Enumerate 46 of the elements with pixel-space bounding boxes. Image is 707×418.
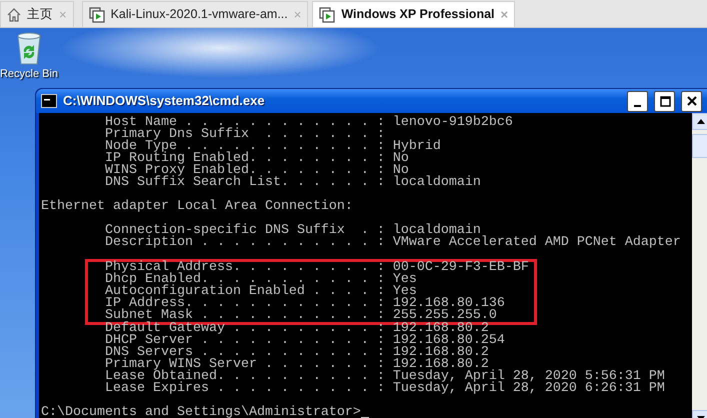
console-value: localdomain xyxy=(392,225,481,237)
maximize-button[interactable] xyxy=(654,90,675,112)
minimize-icon xyxy=(634,105,641,107)
browser-tab[interactable]: Kali-Linux-2020.1-vmware-am... × xyxy=(82,1,308,27)
console-label: Description . . . . . . . . . . . : xyxy=(104,237,385,249)
scroll-up-button[interactable] xyxy=(692,113,707,130)
window-title: C:\WINDOWS\system32\cmd.exe xyxy=(63,92,266,110)
console-label: DHCP Server . . . . . . . . . . . : xyxy=(104,335,385,347)
console-value: No xyxy=(392,153,409,165)
console-value: 255.255.255.0 xyxy=(392,310,497,322)
home-icon xyxy=(7,8,21,22)
minimize-button[interactable] xyxy=(627,90,648,112)
console-value: localdomain xyxy=(392,177,481,189)
console-value: VMware Accelerated AMD PCNet Adapter xyxy=(392,237,681,249)
console-value: 192.168.80.254 xyxy=(392,335,505,347)
console-label: Connection-specific DNS Suffix . : xyxy=(104,225,385,237)
console-label: Subnet Mask . . . . . . . . . . . : xyxy=(104,310,385,322)
console-value: Hybrid xyxy=(392,141,441,153)
vm-icon xyxy=(88,6,105,22)
console-value: lenovo-919b2bc6 xyxy=(392,117,513,129)
console-value: Yes xyxy=(392,274,417,286)
up-arrow-icon xyxy=(697,119,705,124)
close-icon xyxy=(686,95,698,107)
console-label: Primary Dns Suffix . . . . . . . : xyxy=(104,129,385,141)
browser-tab[interactable]: Windows XP Professional × xyxy=(312,1,516,27)
maximize-icon xyxy=(658,95,670,107)
console-label: Lease Expires . . . . . . . . . . : xyxy=(104,383,385,395)
icon-label: Recycle Bin xyxy=(0,67,58,82)
console-value: 00-0C-29-F3-EB-BF xyxy=(392,262,529,274)
console-label: Default Gateway . . . . . . . . . : xyxy=(104,323,385,335)
console-value: 192.168.80.2 xyxy=(392,347,489,359)
console-value: Tuesday, April 28, 2020 6:26:31 PM xyxy=(392,383,665,395)
console-value: Yes xyxy=(392,286,417,298)
command-prompt: C:\Documents and Settings\Administrator> xyxy=(41,407,361,418)
console-label: Autoconfiguration Enabled . . . . : xyxy=(104,286,385,298)
browser-tab[interactable]: 主页 × xyxy=(0,1,74,27)
console-value: 192.168.80.2 xyxy=(392,323,489,335)
console-value: Tuesday, April 28, 2020 5:56:31 PM xyxy=(392,371,665,383)
console-icon xyxy=(41,94,57,108)
vm-icon xyxy=(319,6,336,22)
console-value: 192.168.80.136 xyxy=(392,298,505,310)
console-heading: Ethernet adapter Local Area Connection: xyxy=(41,201,353,213)
scroll-thumb[interactable] xyxy=(692,134,707,158)
scrollbar[interactable] xyxy=(692,113,707,418)
console-label: DNS Suffix Search List. . . . . . : xyxy=(104,177,385,189)
close-button[interactable] xyxy=(681,90,702,112)
